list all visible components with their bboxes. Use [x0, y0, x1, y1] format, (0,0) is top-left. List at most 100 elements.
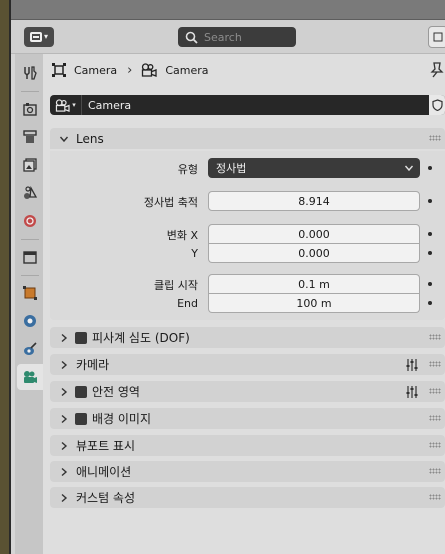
tab-render[interactable]: [17, 96, 43, 122]
clip-end-field[interactable]: 100 m: [208, 294, 420, 313]
render-icon: [23, 103, 37, 116]
keyframe-dot-icon[interactable]: [428, 251, 432, 255]
chevron-right-icon: ›: [127, 62, 133, 78]
lens-type-value: 정사법: [216, 162, 247, 175]
datablock-name-field[interactable]: Camera: [88, 99, 131, 112]
tool-icon: [24, 66, 37, 80]
panel-dof-title: 피사계 심도 (DOF): [92, 331, 190, 345]
panel-camera-header[interactable]: 카메라: [50, 354, 445, 375]
lens-type-dropdown[interactable]: 정사법: [208, 158, 420, 178]
top-area-divider[interactable]: [11, 0, 445, 20]
tab-separator: [21, 239, 39, 240]
shield-icon: [431, 99, 443, 111]
output-icon: [23, 130, 37, 143]
search-placeholder: Search: [204, 30, 242, 44]
drag-handle-icon[interactable]: [429, 361, 441, 367]
search-input[interactable]: Search: [178, 27, 296, 47]
physics-icon: [24, 315, 36, 327]
ortho-scale-field[interactable]: 8.914: [208, 191, 420, 211]
keyframe-dot-icon[interactable]: [428, 282, 432, 286]
fake-user-button[interactable]: [429, 95, 445, 115]
camera-datablock-selector[interactable]: ▾ Camera: [50, 95, 445, 115]
view-layer-icon: [23, 158, 37, 172]
tab-camera-data[interactable]: [17, 364, 43, 390]
options-icon: [433, 32, 443, 42]
tab-world[interactable]: [17, 208, 43, 234]
presets-icon[interactable]: [404, 384, 420, 400]
clip-end-value: 100 m: [296, 296, 332, 310]
shift-y-value: 0.000: [298, 246, 330, 260]
tab-output[interactable]: [17, 124, 43, 150]
panel-camera-title: 카메라: [76, 358, 110, 372]
object-icon: [23, 286, 37, 300]
chevron-down-icon: [57, 134, 71, 144]
panel-custom-properties-title: 커스텀 속성: [76, 491, 136, 505]
tab-scene[interactable]: [17, 180, 43, 206]
tab-view-layer[interactable]: [17, 152, 43, 178]
chevron-right-icon: [57, 493, 71, 503]
drag-handle-icon[interactable]: [429, 415, 441, 421]
panel-viewport-display-header[interactable]: 뷰포트 표시: [50, 435, 445, 456]
properties-tab-bar: [15, 54, 43, 554]
browse-camera-button[interactable]: ▾: [50, 95, 82, 115]
ortho-scale-label: 정사법 축적: [143, 196, 198, 209]
keyframe-dot-icon[interactable]: [428, 232, 432, 236]
camera-data-icon: [141, 63, 158, 77]
shift-x-label: 변화 X: [166, 229, 198, 242]
drag-handle-icon[interactable]: [429, 494, 441, 500]
panel-background-images-title: 배경 이미지: [92, 412, 152, 426]
chevron-down-icon: ▾: [72, 101, 76, 109]
panel-background-images-header[interactable]: 배경 이미지: [50, 408, 445, 429]
presets-icon[interactable]: [404, 357, 420, 373]
clip-end-label: End: [177, 297, 198, 310]
tab-object[interactable]: [17, 280, 43, 306]
ortho-scale-value: 8.914: [298, 194, 330, 208]
options-button[interactable]: [428, 26, 445, 48]
drag-handle-icon[interactable]: [429, 334, 441, 340]
tab-physics[interactable]: [17, 308, 43, 334]
constraint-icon: [24, 342, 37, 355]
panel-custom-properties-header[interactable]: 커스텀 속성: [50, 487, 445, 508]
keyframe-dot-icon[interactable]: [428, 301, 432, 305]
dof-enable-checkbox[interactable]: [75, 331, 87, 344]
tab-constraints[interactable]: [17, 336, 43, 362]
chevron-right-icon: [57, 360, 71, 370]
safe-areas-checkbox[interactable]: [75, 385, 87, 398]
clip-start-label: 클립 시작: [154, 279, 198, 292]
panel-safe-areas-header[interactable]: 안전 영역: [50, 381, 445, 402]
shift-x-value: 0.000: [298, 227, 330, 241]
scene-icon: [24, 185, 38, 199]
pin-icon[interactable]: [430, 62, 444, 81]
shift-x-field[interactable]: 0.000: [208, 224, 420, 244]
drag-handle-icon[interactable]: [429, 442, 441, 448]
panel-lens-title: Lens: [76, 131, 104, 146]
drag-handle-icon[interactable]: [429, 388, 441, 394]
camera-data-icon: [24, 371, 37, 383]
chevron-right-icon: [57, 441, 71, 451]
clip-start-value: 0.1 m: [298, 277, 330, 291]
tab-collection[interactable]: [17, 244, 43, 270]
breadcrumb-data: Camera: [165, 63, 209, 77]
clip-start-field[interactable]: 0.1 m: [208, 274, 420, 294]
search-icon: [184, 30, 198, 44]
camera-data-icon: [56, 98, 70, 112]
panel-lens-header[interactable]: Lens: [50, 128, 445, 149]
chevron-right-icon: [57, 414, 71, 424]
keyframe-dot-icon[interactable]: [428, 166, 432, 170]
drag-handle-icon[interactable]: [429, 468, 441, 474]
keyframe-dot-icon[interactable]: [428, 199, 432, 203]
chevron-right-icon: [57, 467, 71, 477]
collection-icon: [23, 251, 37, 264]
panel-viewport-display-title: 뷰포트 표시: [76, 439, 136, 453]
shift-y-field[interactable]: 0.000: [208, 244, 420, 263]
lens-type-label: 유형: [177, 163, 198, 176]
tab-tool[interactable]: [17, 60, 43, 86]
drag-handle-icon[interactable]: [429, 135, 441, 141]
shift-y-label: Y: [191, 247, 198, 260]
panel-safe-areas-title: 안전 영역: [92, 385, 140, 399]
background-images-checkbox[interactable]: [75, 412, 87, 425]
panel-dof-header[interactable]: 피사계 심도 (DOF): [50, 327, 445, 348]
properties-editor-icon: [29, 32, 42, 42]
editor-type-button[interactable]: ▾: [24, 27, 54, 47]
panel-animation-header[interactable]: 애니메이션: [50, 461, 445, 482]
